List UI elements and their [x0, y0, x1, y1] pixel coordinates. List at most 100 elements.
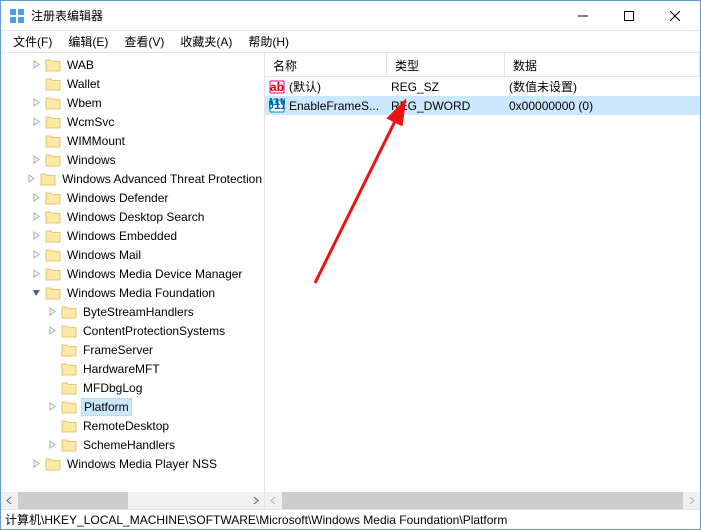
folder-icon	[45, 210, 61, 224]
tree-item-label: MFDbgLog	[81, 380, 144, 396]
list-row[interactable]: 011110EnableFrameS...REG_DWORD0x00000000…	[265, 96, 700, 115]
binary-value-icon: 011110	[269, 98, 285, 114]
tree-item-label: Windows Mail	[65, 247, 143, 263]
list-horizontal-scrollbar[interactable]	[265, 492, 700, 509]
expand-icon[interactable]	[29, 191, 43, 205]
folder-icon	[61, 324, 77, 338]
expand-icon[interactable]	[29, 115, 43, 129]
value-type: REG_DWORD	[387, 99, 505, 113]
tree-item-label: SchemeHandlers	[81, 437, 177, 453]
menu-help[interactable]: 帮助(H)	[240, 31, 297, 52]
folder-icon	[45, 96, 61, 110]
tree-item[interactable]: Windows	[1, 150, 264, 169]
scroll-thumb[interactable]	[18, 492, 128, 509]
tree-item[interactable]: Windows Mail	[1, 245, 264, 264]
scroll-right-button[interactable]	[683, 492, 700, 509]
menu-file[interactable]: 文件(F)	[5, 31, 60, 52]
scroll-track[interactable]	[18, 492, 247, 509]
tree-pane: WABWalletWbemWcmSvcWIMMountWindowsWindow…	[1, 53, 265, 509]
value-type: REG_SZ	[387, 80, 505, 94]
svg-text:ab: ab	[270, 80, 284, 94]
tree-item-label: Windows Media Device Manager	[65, 266, 244, 282]
folder-icon	[45, 191, 61, 205]
folder-icon	[45, 286, 61, 300]
expand-icon[interactable]	[29, 58, 43, 72]
expand-icon[interactable]	[29, 96, 43, 110]
folder-icon	[45, 77, 61, 91]
tree-item[interactable]: MFDbgLog	[1, 378, 264, 397]
column-header-name[interactable]: 名称	[265, 53, 387, 76]
expand-icon[interactable]	[45, 305, 59, 319]
column-header-data[interactable]: 数据	[505, 53, 700, 76]
svg-text:110: 110	[269, 98, 285, 108]
tree-item-label: Wbem	[65, 95, 104, 111]
tree-item[interactable]: ContentProtectionSystems	[1, 321, 264, 340]
folder-icon	[61, 343, 77, 357]
tree-item[interactable]: SchemeHandlers	[1, 435, 264, 454]
folder-icon	[61, 400, 77, 414]
tree-item[interactable]: Windows Desktop Search	[1, 207, 264, 226]
tree-item[interactable]: WIMMount	[1, 131, 264, 150]
list-headers: 名称 类型 数据	[265, 53, 700, 77]
scroll-left-button[interactable]	[1, 492, 18, 509]
tree-item[interactable]: FrameServer	[1, 340, 264, 359]
scroll-left-button[interactable]	[265, 492, 282, 509]
tree-item[interactable]: Platform	[1, 397, 264, 416]
menu-edit[interactable]: 编辑(E)	[60, 31, 116, 52]
close-button[interactable]	[652, 1, 698, 31]
tree-item[interactable]: Wbem	[1, 93, 264, 112]
tree-item[interactable]: Windows Defender	[1, 188, 264, 207]
expand-icon[interactable]	[45, 324, 59, 338]
tree-item-label: ContentProtectionSystems	[81, 323, 227, 339]
tree-item-label: Platform	[81, 398, 132, 416]
tree-item[interactable]: Windows Media Player NSS	[1, 454, 264, 473]
scroll-track[interactable]	[282, 492, 683, 509]
tree-item[interactable]: Windows Embedded	[1, 226, 264, 245]
tree-item-label: Windows Media Foundation	[65, 285, 217, 301]
list-row[interactable]: ab(默认)REG_SZ(数值未设置)	[265, 77, 700, 96]
status-path: 计算机\HKEY_LOCAL_MACHINE\SOFTWARE\Microsof…	[5, 511, 507, 528]
menu-bar: 文件(F) 编辑(E) 查看(V) 收藏夹(A) 帮助(H)	[1, 31, 700, 53]
expand-icon[interactable]	[45, 438, 59, 452]
tree-horizontal-scrollbar[interactable]	[1, 492, 264, 509]
tree-item[interactable]: RemoteDesktop	[1, 416, 264, 435]
scroll-thumb[interactable]	[282, 492, 683, 509]
folder-icon	[45, 267, 61, 281]
folder-icon	[45, 248, 61, 262]
expand-icon[interactable]	[29, 457, 43, 471]
tree-item-label: Windows Desktop Search	[65, 209, 206, 225]
collapse-icon[interactable]	[29, 286, 43, 300]
menu-view[interactable]: 查看(V)	[116, 31, 172, 52]
expand-icon[interactable]	[45, 400, 59, 414]
maximize-button[interactable]	[606, 1, 652, 31]
value-data: (数值未设置)	[505, 78, 700, 95]
content-area: WABWalletWbemWcmSvcWIMMountWindowsWindow…	[1, 53, 700, 509]
tree-item[interactable]: Windows Media Device Manager	[1, 264, 264, 283]
expand-icon[interactable]	[29, 153, 43, 167]
tree-item-label: RemoteDesktop	[81, 418, 171, 434]
column-header-type[interactable]: 类型	[387, 53, 505, 76]
expand-icon[interactable]	[29, 210, 43, 224]
tree-item[interactable]: HardwareMFT	[1, 359, 264, 378]
folder-icon	[61, 419, 77, 433]
expand-icon[interactable]	[29, 267, 43, 281]
tree-item-label: WAB	[65, 57, 96, 73]
tree-item-label: Windows Embedded	[65, 228, 179, 244]
tree-item-label: Windows	[65, 152, 118, 168]
value-name: EnableFrameS...	[289, 99, 379, 113]
registry-tree[interactable]: WABWalletWbemWcmSvcWIMMountWindowsWindow…	[1, 53, 264, 475]
scroll-right-button[interactable]	[247, 492, 264, 509]
value-list[interactable]: ab(默认)REG_SZ(数值未设置) 011110 EnableFrameS...…	[265, 77, 700, 115]
app-icon	[9, 8, 25, 24]
expand-icon[interactable]	[29, 248, 43, 262]
tree-item[interactable]: Wallet	[1, 74, 264, 93]
minimize-button[interactable]	[560, 1, 606, 31]
tree-item[interactable]: ByteStreamHandlers	[1, 302, 264, 321]
tree-item[interactable]: Windows Media Foundation	[1, 283, 264, 302]
tree-item[interactable]: WAB	[1, 55, 264, 74]
tree-item[interactable]: Windows Advanced Threat Protection	[1, 169, 264, 188]
expand-icon[interactable]	[26, 172, 38, 186]
tree-item[interactable]: WcmSvc	[1, 112, 264, 131]
expand-icon[interactable]	[29, 229, 43, 243]
menu-favorites[interactable]: 收藏夹(A)	[172, 31, 240, 52]
